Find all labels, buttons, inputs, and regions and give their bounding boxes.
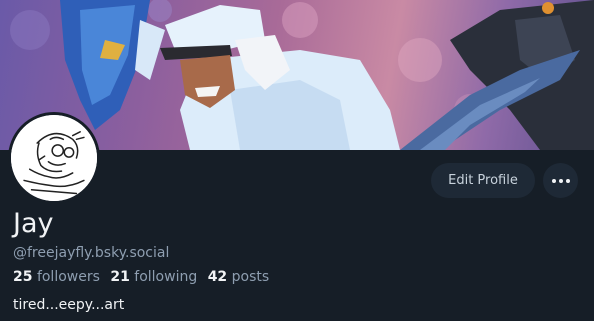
following-count: 21	[110, 269, 130, 285]
followers-count: 25	[13, 269, 33, 285]
ellipsis-icon	[551, 178, 556, 183]
more-options-button[interactable]	[543, 163, 578, 198]
posts-count: 42	[207, 269, 228, 285]
following-link[interactable]: 21 following	[110, 269, 197, 285]
profile-handle: @freejayfly.bsky.social	[13, 245, 170, 261]
ellipsis-icon-dot	[565, 178, 570, 183]
following-label: following	[134, 269, 198, 285]
avatar-drawing	[11, 115, 97, 201]
followers-label: followers	[36, 269, 100, 285]
profile-bio: tired...eepy...art	[13, 297, 125, 313]
profile-stats: 25 followers 21 following 42 posts	[13, 268, 275, 286]
edit-profile-button[interactable]: Edit Profile	[431, 163, 535, 198]
profile-avatar[interactable]	[8, 112, 100, 204]
display-name: Jay	[13, 208, 54, 239]
followers-link[interactable]: 25 followers	[13, 269, 100, 285]
posts-label: posts	[231, 269, 270, 285]
ellipsis-icon-dot	[558, 178, 563, 183]
posts-count-item: 42 posts	[208, 269, 269, 285]
